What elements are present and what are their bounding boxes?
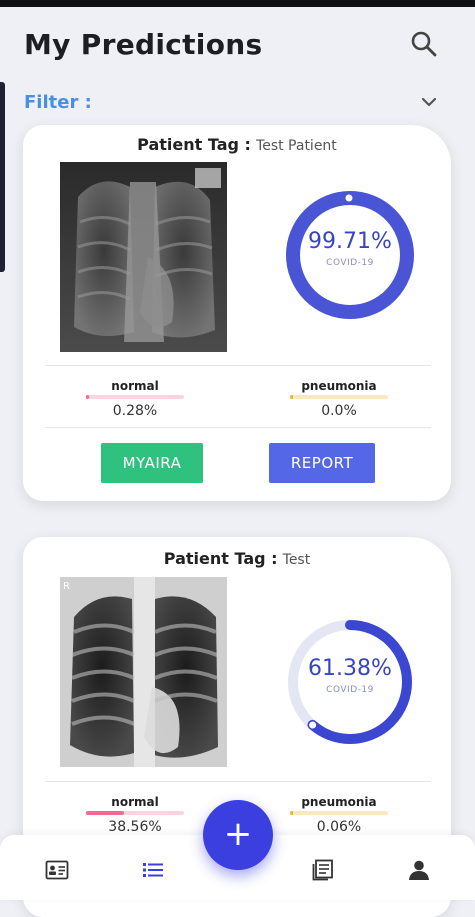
document-icon[interactable] [311,859,335,881]
prediction-card[interactable]: Patient Tag : Test Patient 99.71% COVID-… [23,125,451,501]
page-title: My Predictions [24,28,263,61]
chevron-down-icon[interactable] [420,94,438,108]
metric-normal: normal 38.56% [75,795,195,835]
diagnosis-label: COVID-19 [326,258,374,268]
metric-normal: normal 0.28% [75,379,195,419]
metric-name: pneumonia [301,795,377,809]
search-icon[interactable] [410,30,438,58]
metric-pneumonia: pneumonia 0.0% [279,379,399,419]
patient-tag-label: Patient Tag : [163,549,278,568]
metric-value: 0.28% [112,403,158,419]
divider [45,427,431,428]
divider [45,365,431,366]
donut-marker [309,721,317,729]
metric-name: pneumonia [301,379,377,393]
metric-bar [86,811,184,815]
metric-name: normal [111,379,159,393]
patient-tag: Patient Tag : Test Patient [23,135,451,154]
metric-pneumonia: pneumonia 0.06% [279,795,399,835]
confidence-donut: 99.71% COVID-19 [275,180,425,330]
donut-arc [286,191,414,319]
diagnosis-label: COVID-19 [326,685,374,695]
id-card-icon[interactable] [45,859,69,881]
patient-tag: Patient Tag : Test [23,549,451,568]
patient-tag-value: Test [282,552,311,568]
filter-label[interactable]: Filter : [24,92,92,113]
status-bar [0,0,475,7]
report-button[interactable]: REPORT [269,443,375,483]
patient-tag-label: Patient Tag : [137,135,251,154]
metric-bar [86,395,184,399]
donut-marker [345,194,353,202]
divider [45,781,431,782]
add-prediction-button[interactable]: + [203,800,273,870]
list-icon[interactable] [141,859,165,881]
confidence-percentage: 99.71% [308,229,392,254]
metric-value: 0.06% [316,819,362,835]
profile-icon[interactable] [407,859,431,881]
svg-text:R: R [63,581,70,592]
metric-bar [290,811,388,815]
myaira-button[interactable]: MYAIRA [101,443,203,483]
metric-value: 0.0% [321,403,357,419]
confidence-donut: 61.38% COVID-19 [275,607,425,757]
drawer-edge-handle[interactable] [0,82,5,272]
metric-name: normal [111,795,159,809]
metric-value: 38.56% [108,819,162,835]
patient-tag-value: Test Patient [256,138,337,154]
confidence-percentage: 61.38% [308,656,392,681]
metric-bar [290,395,388,399]
xray-image: R [60,577,227,767]
xray-image [60,162,227,352]
